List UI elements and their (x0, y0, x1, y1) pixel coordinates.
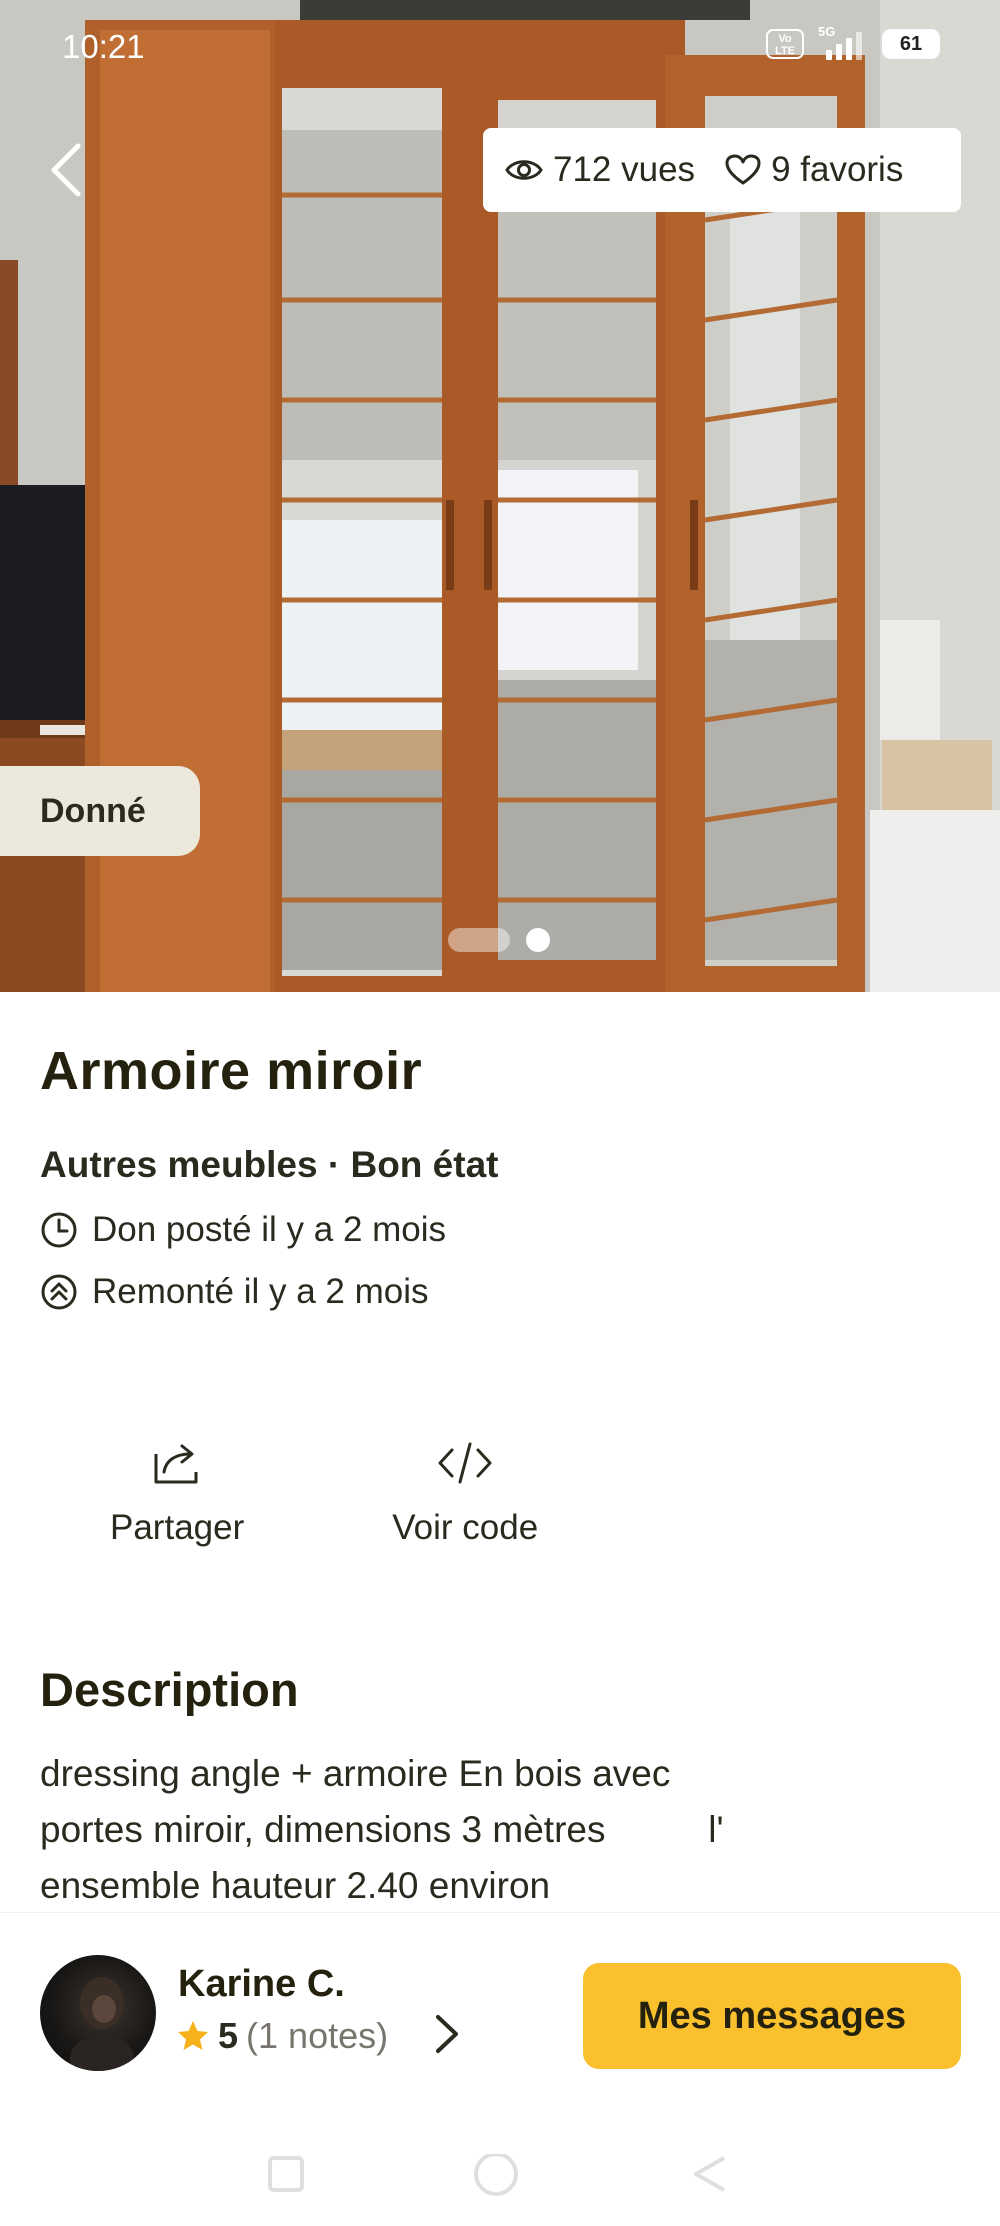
system-nav-bar (0, 2110, 1000, 2226)
network-type: 5G (818, 24, 836, 39)
listing-details: Armoire miroir Autres meubles · Bon état… (40, 1040, 960, 1312)
carousel-dot-active[interactable] (526, 928, 550, 952)
view-code-button[interactable]: Voir code (392, 1440, 538, 1548)
seller-bar: Karine C. 5 (1 notes) Mes messages (0, 1912, 1000, 2072)
description-heading: Description (40, 1663, 299, 1716)
listing-photo-carousel[interactable]: 10:21 Vo LTE 5G 61 712 vues 9 favoris Do… (0, 0, 1000, 992)
messages-button[interactable]: Mes messages (583, 1963, 961, 2069)
description-line: ensemble hauteur 2.40 environ (40, 1865, 551, 1906)
share-label: Partager (110, 1508, 245, 1547)
back-nav-icon[interactable] (690, 2154, 730, 2194)
share-icon (154, 1444, 198, 1484)
carousel-dot[interactable] (448, 928, 510, 952)
clock-icon (41, 1212, 77, 1248)
bump-up-icon (41, 1274, 77, 1310)
recent-apps-icon[interactable] (266, 2154, 306, 2194)
description-line: dressing angle + armoire En bois avec (40, 1753, 671, 1794)
carousel-indicator (448, 928, 550, 952)
description-line: portes miroir, dimensions 3 mètres l' (40, 1809, 724, 1850)
code-label: Voir code (392, 1508, 539, 1547)
seller-name[interactable]: Karine C. (178, 1963, 345, 2006)
seller-rating: 5 (1 notes) (176, 2015, 388, 2057)
back-arrow-icon (51, 143, 81, 197)
views-count: 712 vues (553, 150, 696, 189)
chevron-right-icon (436, 2015, 458, 2053)
code-icon (438, 1442, 492, 1484)
action-row: Partager Voir code (110, 1440, 538, 1548)
posted-text: Don posté il y a 2 mois (92, 1210, 447, 1249)
status-bar: 10:21 Vo LTE 5G 61 (0, 0, 1000, 92)
back-button[interactable] (44, 140, 94, 200)
status-badge: Donné (0, 766, 200, 856)
status-icons: Vo LTE 5G 61 (766, 24, 940, 60)
seller-profile-link[interactable] (432, 2009, 462, 2059)
rating-count: (1 notes) (246, 2015, 389, 2056)
description-text: dressing angle + armoire En bois avec po… (40, 1746, 940, 1914)
category-condition: Autres meubles · Bon état (40, 1144, 499, 1185)
rating-value: 5 (218, 2015, 239, 2056)
favorites-count: 9 favoris (771, 150, 904, 189)
status-time: 10:21 (62, 28, 145, 65)
volte-icon: Vo LTE (766, 29, 804, 59)
avatar[interactable] (40, 1955, 156, 2071)
avatar-photo (70, 1977, 134, 2071)
stats-pill: 712 vues 9 favoris (483, 128, 961, 212)
battery-icon: 61 (882, 29, 940, 59)
home-icon[interactable] (470, 2154, 522, 2206)
posted-row: Don posté il y a 2 mois (40, 1210, 960, 1250)
star-icon (178, 2021, 208, 2050)
bumped-row: Remonté il y a 2 mois (40, 1272, 960, 1312)
share-button[interactable]: Partager (110, 1440, 244, 1548)
listing-title: Armoire miroir (40, 1041, 423, 1101)
bumped-text: Remonté il y a 2 mois (92, 1272, 429, 1311)
signal-icon: 5G (818, 24, 868, 60)
favorites-stat: 9 favoris (725, 150, 903, 190)
views-stat: 712 vues (505, 150, 695, 190)
heart-icon (725, 154, 761, 185)
eye-icon (505, 160, 543, 180)
